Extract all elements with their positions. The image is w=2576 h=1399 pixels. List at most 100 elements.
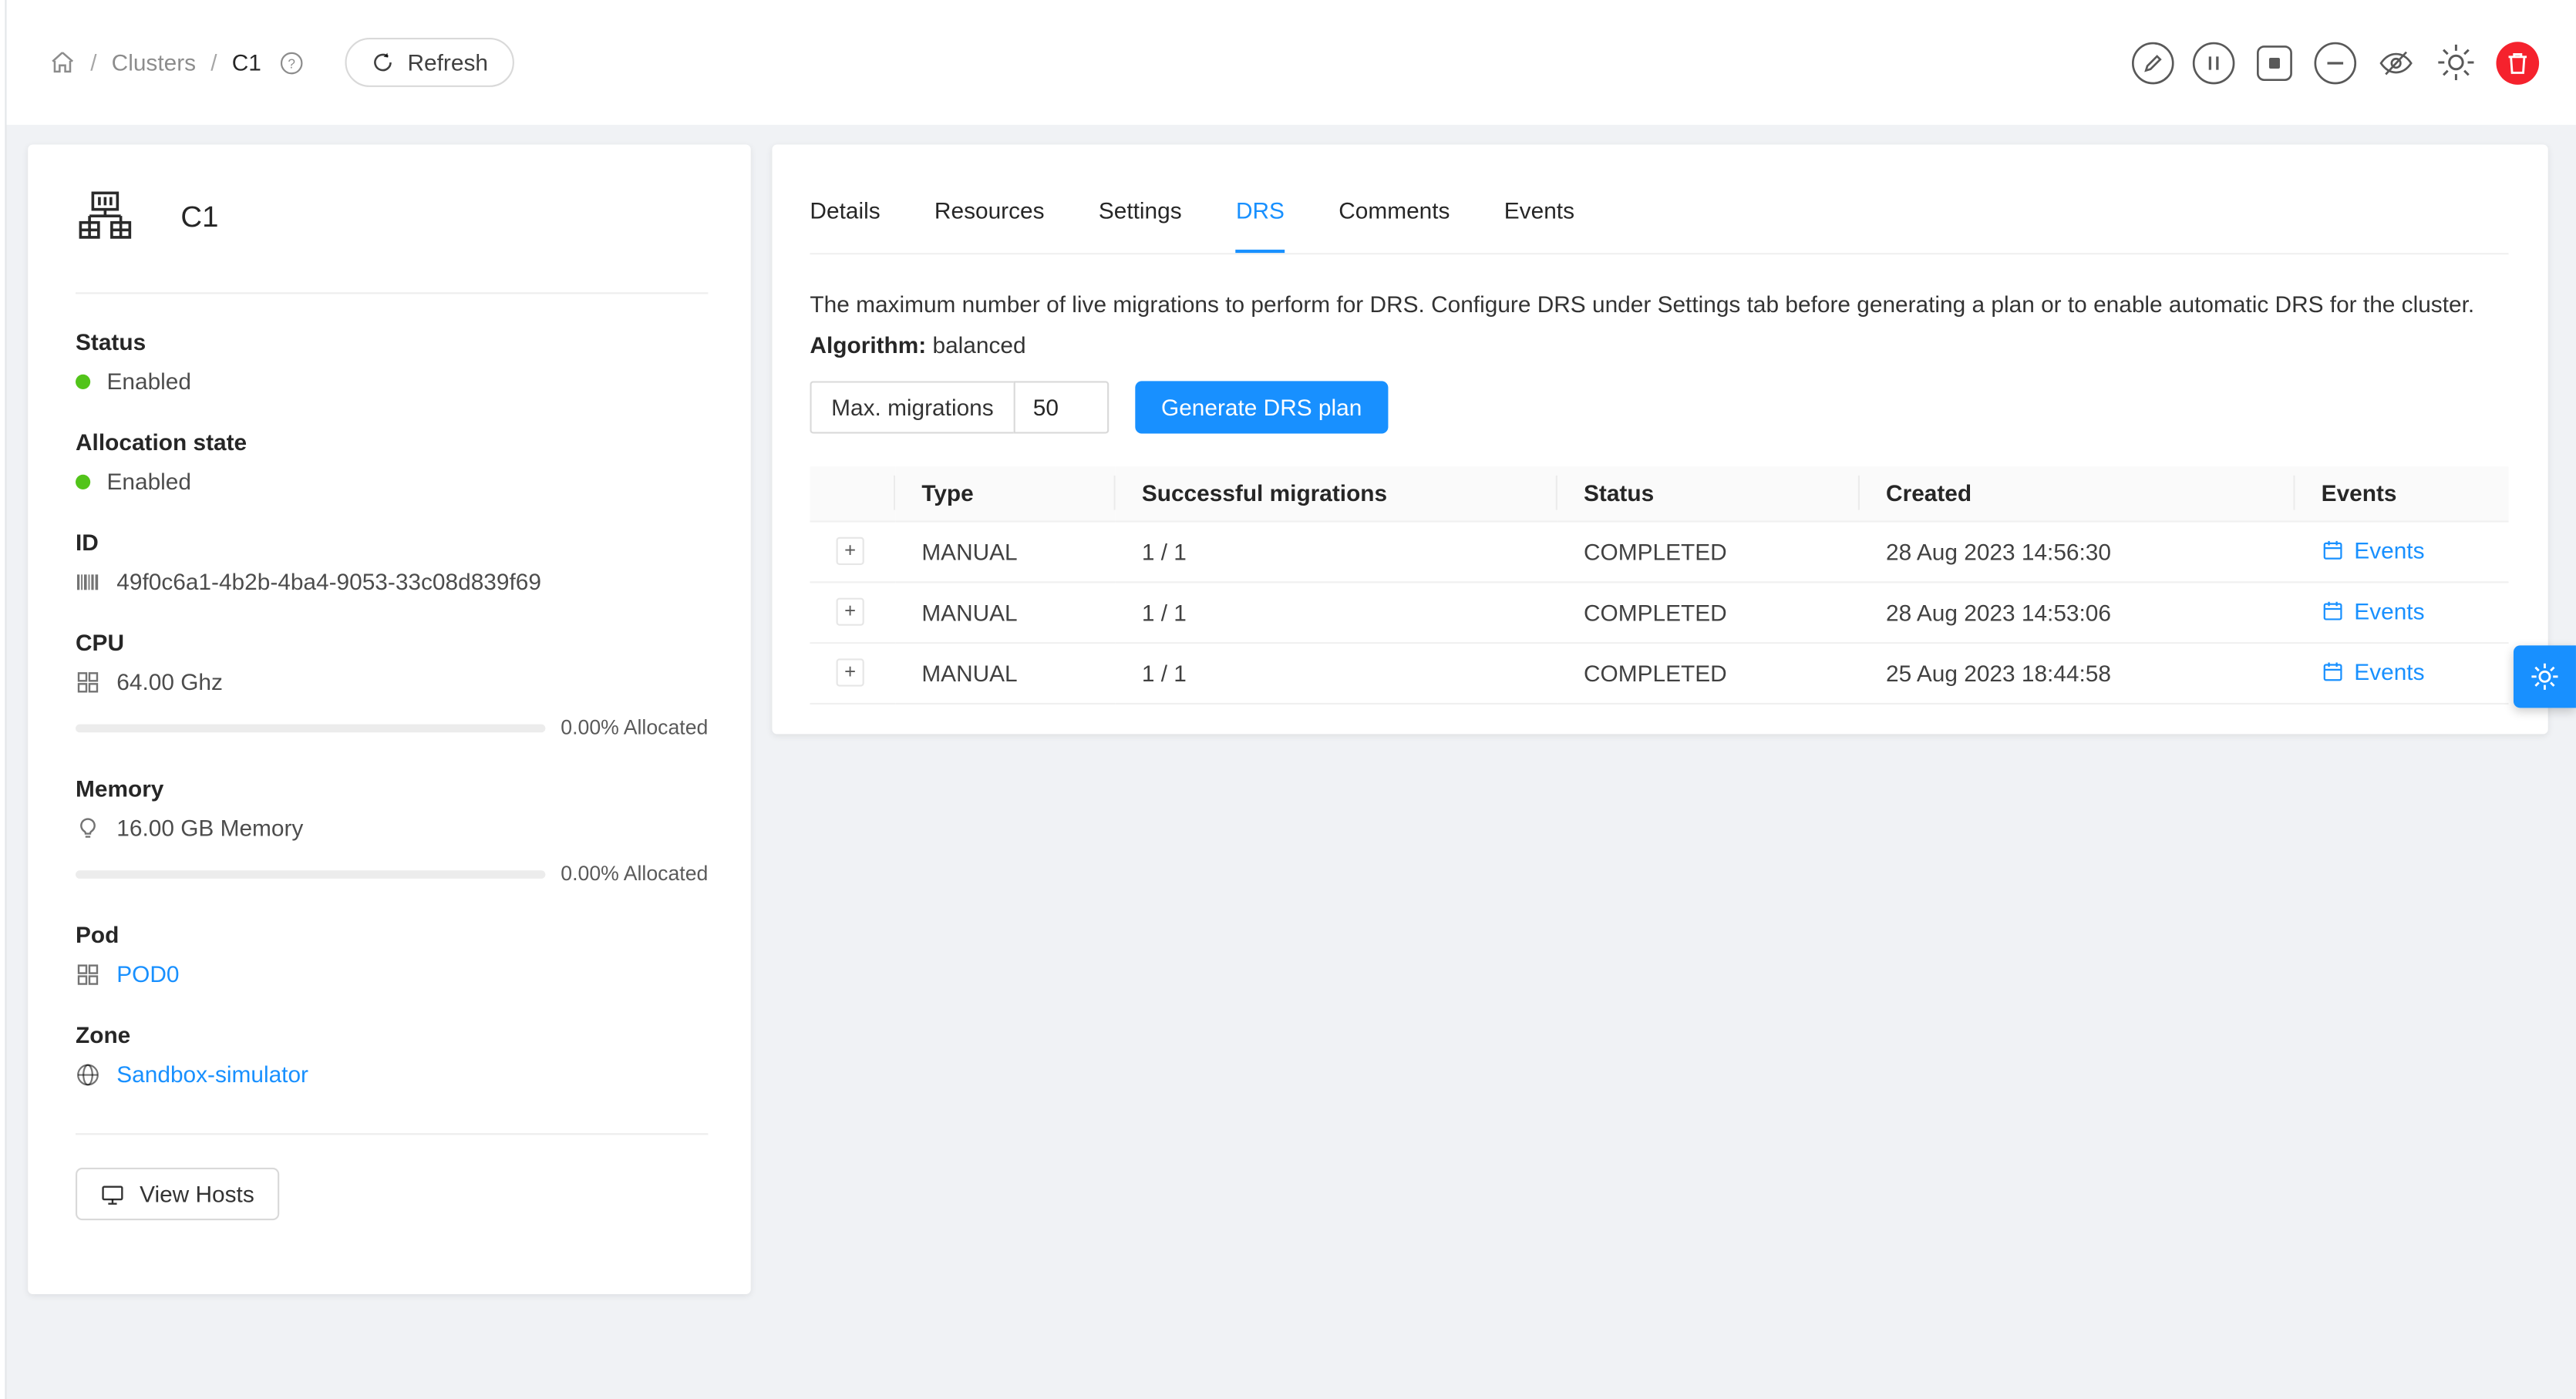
status-dot-icon [76,374,90,388]
calendar-icon [2322,659,2345,682]
calendar-icon [2322,599,2345,622]
top-bar: / Clusters / C1 ? Refresh [0,0,2576,125]
drs-form: Max. migrations Generate DRS plan [810,381,2508,433]
edit-cluster-button[interactable] [2126,36,2178,89]
cell-migrations: 1 / 1 [1116,642,1557,703]
configure-ha-button[interactable] [2430,36,2482,89]
header-status: Status [1557,466,1860,520]
allocation-state-value: Enabled [106,468,190,494]
screen: / Clusters / C1 ? Refresh [0,0,2576,1399]
tab-events[interactable]: Events [1504,145,1574,254]
cpu-progress-bar [76,724,546,732]
breadcrumb-separator: / [210,49,217,76]
max-migrations-input[interactable] [1013,381,1109,433]
tab-resources[interactable]: Resources [934,145,1045,254]
tab-details[interactable]: Details [810,145,880,254]
view-hosts-label: View Hosts [140,1181,254,1207]
desktop-icon [100,1182,125,1206]
breadcrumb-current: C1 [232,49,261,76]
refresh-label: Refresh [408,49,488,76]
events-link-label: Events [2354,657,2424,684]
pause-circle-icon [2189,39,2237,86]
bulb-icon [76,816,100,840]
header-events: Events [2295,466,2509,520]
algorithm-value: balanced [933,331,1026,358]
cluster-detail-card: Details Resources Settings DRS Comments … [772,145,2547,734]
gear-icon [2528,661,2561,694]
table-row: + MANUAL 1 / 1 COMPLETED 25 Aug 2023 18:… [810,642,2508,703]
status-label: Status [76,328,708,355]
events-link-label: Events [2354,597,2424,624]
id-value-row: 49f0c6a1-4b2b-4ba4-9053-33c08d839f69 [76,568,708,594]
trash-icon [2493,39,2541,86]
cell-status: COMPLETED [1557,581,1860,642]
disable-cluster-button[interactable] [2187,36,2239,89]
header-type: Type [895,466,1116,520]
allocation-state-label: Allocation state [76,429,708,455]
header-created: Created [1860,466,2295,520]
disable-ha-button[interactable] [2369,36,2421,89]
svg-text:?: ? [288,55,296,70]
cell-migrations: 1 / 1 [1116,581,1557,642]
cell-status: COMPLETED [1557,642,1860,703]
divider [76,1133,708,1135]
id-label: ID [76,529,708,555]
table-row: + MANUAL 1 / 1 COMPLETED 28 Aug 2023 14:… [810,581,2508,642]
status-value: Enabled [106,368,190,394]
pod-link[interactable]: POD0 [116,960,179,987]
cell-created: 25 Aug 2023 18:44:58 [1860,642,2295,703]
refresh-button[interactable]: Refresh [345,38,515,87]
cell-migrations: 1 / 1 [1116,520,1557,581]
breadcrumb-separator: / [90,49,96,76]
cpu-label: CPU [76,629,708,655]
expand-row-button[interactable]: + [837,537,864,565]
pencil-circle-icon [2128,39,2176,86]
memory-value-row: 16.00 GB Memory [76,815,708,841]
generate-drs-plan-button[interactable]: Generate DRS plan [1135,381,1389,433]
minus-circle-icon [2311,39,2359,86]
header-expand [810,466,895,520]
calendar-icon [2322,538,2345,561]
question-circle-icon[interactable]: ? [279,50,304,75]
table-row: + MANUAL 1 / 1 COMPLETED 28 Aug 2023 14:… [810,520,2508,581]
expand-row-button[interactable]: + [837,598,864,626]
memory-progress-bar [76,869,546,878]
reload-icon [372,51,395,74]
cpu-allocated-label: 0.00% Allocated [561,716,708,739]
memory-progress-row: 0.00% Allocated [76,860,708,886]
allocation-dot-icon [76,474,90,489]
cluster-icon [76,187,135,247]
cluster-info-card: C1 Status Enabled Allocation state Enabl… [28,145,751,1294]
cpu-progress-row: 0.00% Allocated [76,715,708,741]
cell-status: COMPLETED [1557,520,1860,581]
expand-row-button[interactable]: + [837,658,864,686]
disable-out-of-band-button[interactable] [2308,36,2361,89]
unmanage-cluster-button[interactable] [2248,36,2300,89]
drs-description: The maximum number of live migrations to… [810,288,2508,322]
row-events-link[interactable]: Events [2322,657,2425,684]
drs-plans-table: Type Successful migrations Status Create… [810,466,2508,704]
id-value: 49f0c6a1-4b2b-4ba4-9053-33c08d839f69 [116,568,541,594]
max-migrations-label: Max. migrations [810,381,1013,433]
tab-comments[interactable]: Comments [1339,145,1450,254]
cell-created: 28 Aug 2023 14:53:06 [1860,581,2295,642]
tab-drs[interactable]: DRS [1236,145,1285,254]
drs-panel: The maximum number of live migrations to… [810,254,2508,704]
floating-settings-button[interactable] [2514,645,2576,708]
tab-bar: Details Resources Settings DRS Comments … [810,145,2508,255]
grid-icon [76,669,100,694]
cell-type: MANUAL [895,642,1116,703]
breadcrumb-clusters[interactable]: Clusters [112,49,196,76]
max-migrations-group: Max. migrations [810,381,1108,433]
eye-invisible-icon [2372,39,2419,86]
algorithm-label: Algorithm: [810,331,926,358]
breadcrumb: / Clusters / C1 ? Refresh [46,38,514,87]
tab-settings[interactable]: Settings [1099,145,1182,254]
row-events-link[interactable]: Events [2322,536,2425,563]
row-events-link[interactable]: Events [2322,597,2425,624]
home-icon[interactable] [49,49,76,76]
delete-cluster-button[interactable] [2490,36,2543,89]
header-actions [2126,36,2543,89]
view-hosts-button[interactable]: View Hosts [76,1168,279,1220]
zone-link[interactable]: Sandbox-simulator [116,1061,308,1087]
